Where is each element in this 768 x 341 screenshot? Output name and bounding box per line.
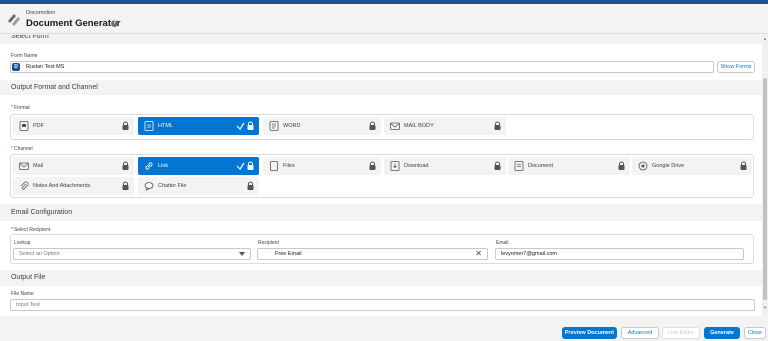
google-drive-icon	[638, 161, 648, 171]
format-label-mail-body: MAIL BODY	[404, 123, 434, 129]
scroll-down-icon[interactable]: ▼	[763, 305, 767, 310]
lock-icon	[369, 121, 376, 130]
form-type-icon: D	[12, 62, 20, 71]
lookup-select[interactable]: Select an Option	[13, 248, 251, 260]
channel-label-download: Download	[404, 163, 429, 169]
mail-icon	[390, 122, 400, 130]
show-forms-button[interactable]: Show Forms	[717, 61, 755, 73]
file-name-input[interactable]: Input Text	[10, 299, 755, 311]
page-header: Docomotion Document Generator ?	[0, 4, 768, 34]
link-icon	[145, 162, 153, 170]
email-input[interactable]: levyomer7@gmail.com	[495, 248, 744, 260]
format-label-pdf: PDF	[33, 123, 44, 129]
format-label: *Format	[11, 105, 30, 111]
document-icon	[514, 161, 524, 171]
format-label-word: WORD	[283, 123, 301, 129]
channel-tile-notes-attachments[interactable]: Notes And Attachments	[13, 177, 134, 195]
paperclip-icon	[20, 181, 29, 190]
download-icon	[390, 161, 400, 171]
clear-icon[interactable]: ✕	[475, 249, 482, 259]
lock-icon	[247, 161, 254, 170]
recipient-combobox[interactable]: Free Email ✕	[257, 248, 488, 260]
lock-icon	[369, 161, 376, 170]
lock-icon	[247, 121, 254, 130]
channel-tile-document[interactable]: Document	[508, 157, 630, 175]
lock-icon	[618, 161, 625, 170]
lock-icon	[247, 181, 254, 190]
form-name-value: Ruslan Test MS	[26, 64, 65, 70]
preview-document-button[interactable]: Preview Document	[562, 327, 617, 339]
format-tile-mail-body[interactable]: MAIL BODY	[384, 117, 506, 135]
channel-tile-chatter-file[interactable]: Chatter File	[138, 177, 259, 195]
section-email-config: Email Configuration	[0, 204, 762, 221]
page-title: Document Generator	[26, 18, 121, 29]
lock-icon	[740, 161, 747, 170]
main-content: Select Form Form Name Ruslan Test MS D S…	[0, 35, 762, 316]
help-icon[interactable]: ?	[111, 20, 118, 27]
select-recipient-label: *Select Recipient	[11, 227, 51, 233]
close-button[interactable]: Close	[744, 327, 766, 339]
channel-label-mail: Mail	[33, 163, 44, 169]
pdf-file-icon	[19, 121, 29, 131]
channel-label-google-drive: Google Drive	[652, 163, 685, 169]
channel-label: *Channel	[11, 146, 33, 152]
chevron-down-icon	[239, 252, 245, 256]
recipient-label: Recipient	[258, 240, 279, 246]
channel-label-files: Files	[283, 163, 295, 169]
channel-tile-google-drive[interactable]: Google Drive	[632, 157, 752, 175]
recipient-value: Free Email	[275, 251, 302, 257]
scrollbar-thumb[interactable]	[763, 78, 767, 300]
channel-label-chatter-file: Chatter File	[158, 183, 187, 189]
check-icon	[236, 162, 245, 170]
lock-icon	[122, 161, 129, 170]
email-label: Email	[496, 240, 509, 246]
lookup-placeholder: Select an Option	[19, 251, 60, 257]
section-select-form: Select Form	[0, 35, 762, 44]
live-editor-button: Live Editor	[662, 327, 700, 339]
file-name-label: File Name	[11, 291, 34, 297]
generate-button[interactable]: Generate	[704, 327, 740, 339]
email-value: levyomer7@gmail.com	[501, 251, 558, 257]
lock-icon	[494, 121, 501, 130]
channel-label-link: Link	[158, 163, 169, 169]
lock-icon	[494, 161, 501, 170]
format-tile-pdf[interactable]: PDF	[13, 117, 134, 135]
file-name-placeholder: Input Text	[16, 302, 40, 308]
channel-tile-download[interactable]: Download	[384, 157, 506, 175]
lookup-label: Lookup	[14, 240, 31, 246]
channel-tile-link[interactable]: Link	[138, 157, 259, 175]
section-output-file: Output File	[0, 270, 762, 286]
channel-tile-files[interactable]: Files	[263, 157, 381, 175]
section-output-format: Output Format and Channel	[0, 80, 762, 95]
form-name-label: Form Name	[11, 53, 38, 59]
channel-tile-mail[interactable]: Mail	[13, 157, 134, 175]
app-subtitle: Docomotion	[26, 10, 56, 16]
word-file-icon	[269, 121, 279, 131]
html-file-icon	[144, 121, 154, 131]
advanced-button[interactable]: Advanced	[621, 327, 659, 339]
lock-icon	[122, 181, 129, 190]
format-tile-html[interactable]: HTML	[138, 117, 259, 135]
format-tile-word[interactable]: WORD	[263, 117, 381, 135]
format-label-html: HTML	[158, 123, 173, 129]
check-icon	[236, 122, 245, 130]
lock-icon	[122, 121, 129, 130]
mail-icon	[19, 162, 29, 170]
chatter-icon	[144, 182, 154, 191]
form-name-field[interactable]: Ruslan Test MS D	[10, 61, 714, 73]
scroll-up-icon[interactable]: ▲	[763, 36, 767, 41]
channel-label-document: Document	[528, 163, 554, 169]
file-icon	[270, 161, 278, 171]
channel-label-notes-attachments: Notes And Attachments	[33, 183, 91, 189]
docomotion-logo-icon	[8, 14, 20, 26]
